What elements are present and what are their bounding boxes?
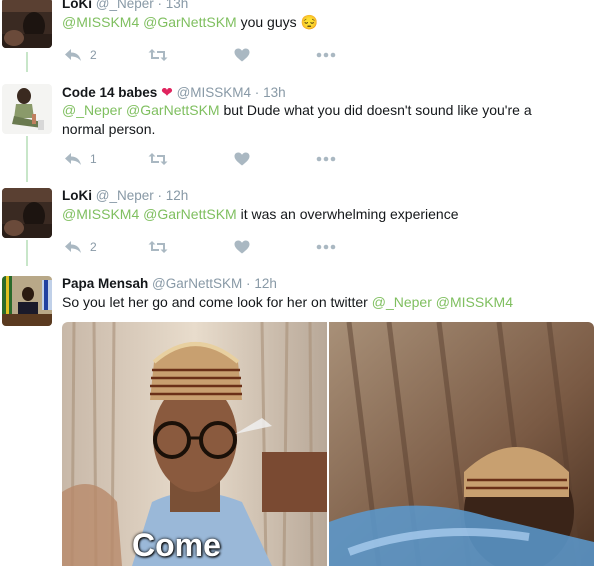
tweet-actions: 2 bbox=[62, 46, 362, 64]
text-span: you guys bbox=[236, 14, 301, 30]
like-button[interactable] bbox=[234, 238, 250, 256]
reply-icon bbox=[65, 241, 81, 253]
avatar[interactable] bbox=[2, 0, 52, 48]
like-button[interactable] bbox=[234, 46, 250, 64]
separator-dot: · bbox=[157, 188, 163, 203]
retweet-button[interactable] bbox=[148, 46, 168, 64]
tweet-text: @_Neper @GarNettSKM but Dude what you di… bbox=[62, 101, 552, 139]
reply-count: 1 bbox=[90, 152, 97, 166]
mention-link[interactable]: @_Neper bbox=[62, 102, 122, 118]
thread-line bbox=[26, 136, 28, 182]
heart-icon bbox=[234, 152, 250, 166]
timestamp[interactable]: 12h bbox=[254, 276, 277, 291]
thread-line bbox=[26, 52, 28, 72]
tweet-3[interactable]: LoKi @_Neper · 12h @MISSKM4 @GarNettSKM … bbox=[0, 186, 596, 266]
reply-button[interactable]: 2 bbox=[64, 46, 97, 64]
pensive-emoji: 😔 bbox=[300, 14, 318, 30]
avatar-dark-photo-icon bbox=[2, 0, 52, 48]
reply-count: 2 bbox=[90, 240, 97, 254]
mention-link[interactable]: @MISSKM4 bbox=[62, 206, 139, 222]
tweet-text: So you let her go and come look for her … bbox=[62, 293, 582, 312]
more-dots-icon bbox=[316, 52, 336, 58]
handle[interactable]: @MISSKM4 bbox=[177, 85, 251, 100]
heart-icon bbox=[234, 240, 250, 254]
tweet-header: Code 14 babes ❤ @MISSKM4 · 13h bbox=[62, 84, 286, 101]
retweet-icon bbox=[148, 241, 168, 253]
tweet-media[interactable]: Come bbox=[62, 322, 594, 566]
more-button[interactable] bbox=[316, 238, 336, 256]
display-name[interactable]: LoKi bbox=[62, 0, 92, 11]
timestamp[interactable]: 13h bbox=[166, 0, 189, 11]
separator-dot: · bbox=[254, 85, 260, 100]
reply-button[interactable]: 2 bbox=[64, 238, 97, 256]
avatar-person-sitting-icon bbox=[2, 84, 52, 134]
tweet-text: @MISSKM4 @GarNettSKM you guys 😔 bbox=[62, 13, 582, 32]
tweet-actions: 2 bbox=[62, 238, 362, 256]
tweet-header: LoKi @_Neper · 13h bbox=[62, 0, 188, 11]
separator-dot: · bbox=[246, 276, 251, 291]
timestamp[interactable]: 12h bbox=[166, 188, 189, 203]
reply-icon bbox=[65, 49, 81, 61]
display-name[interactable]: Code 14 babes bbox=[62, 85, 157, 100]
text-span: it was an overwhelming experience bbox=[236, 206, 459, 222]
meme-caption: Come bbox=[132, 527, 221, 563]
avatar[interactable] bbox=[2, 188, 52, 238]
mention-link[interactable]: @MISSKM4 bbox=[436, 294, 513, 310]
reply-button[interactable]: 1 bbox=[64, 150, 97, 168]
red-heart-emoji: ❤ bbox=[161, 84, 173, 100]
mention-link[interactable]: @GarNettSKM bbox=[126, 102, 220, 118]
media-photo-right[interactable] bbox=[329, 322, 594, 566]
mention-link[interactable]: @GarNettSKM bbox=[143, 14, 237, 30]
avatar-dark-photo-icon bbox=[2, 188, 52, 238]
mention-link[interactable]: @MISSKM4 bbox=[62, 14, 139, 30]
reply-count: 2 bbox=[90, 48, 97, 62]
media-photo-left[interactable]: Come bbox=[62, 322, 327, 566]
mention-link[interactable]: @_Neper bbox=[372, 294, 432, 310]
heart-icon bbox=[234, 48, 250, 62]
avatar[interactable] bbox=[2, 276, 52, 326]
more-dots-icon bbox=[316, 156, 336, 162]
more-button[interactable] bbox=[316, 46, 336, 64]
mention-link[interactable]: @GarNettSKM bbox=[143, 206, 237, 222]
avatar-office-photo-icon bbox=[2, 276, 52, 326]
like-button[interactable] bbox=[234, 150, 250, 168]
reply-icon bbox=[65, 153, 81, 165]
retweet-icon bbox=[148, 49, 168, 61]
thread-line bbox=[26, 240, 28, 266]
handle[interactable]: @GarNettSKM bbox=[152, 276, 242, 291]
tweet-actions: 1 bbox=[62, 150, 362, 168]
tweet-2[interactable]: Code 14 babes ❤ @MISSKM4 · 13h @_Neper @… bbox=[0, 80, 596, 182]
handle[interactable]: @_Neper bbox=[96, 188, 154, 203]
tweet-text: @MISSKM4 @GarNettSKM it was an overwhelm… bbox=[62, 205, 582, 224]
avatar[interactable] bbox=[2, 84, 52, 134]
display-name[interactable]: Papa Mensah bbox=[62, 276, 148, 291]
tweet-header: LoKi @_Neper · 12h bbox=[62, 188, 188, 203]
retweet-icon bbox=[148, 153, 168, 165]
tweet-1[interactable]: LoKi @_Neper · 13h @MISSKM4 @GarNettSKM … bbox=[0, 0, 596, 72]
retweet-button[interactable] bbox=[148, 150, 168, 168]
photo-blurred-motion-icon bbox=[329, 322, 594, 566]
more-button[interactable] bbox=[316, 150, 336, 168]
handle[interactable]: @_Neper bbox=[96, 0, 154, 11]
display-name[interactable]: LoKi bbox=[62, 188, 92, 203]
retweet-button[interactable] bbox=[148, 238, 168, 256]
text-span: So you let her go and come look for her … bbox=[62, 294, 372, 310]
tweet-header: Papa Mensah @GarNettSKM · 12h bbox=[62, 276, 277, 291]
separator-dot: · bbox=[157, 0, 163, 11]
more-dots-icon bbox=[316, 244, 336, 250]
timestamp[interactable]: 13h bbox=[263, 85, 286, 100]
